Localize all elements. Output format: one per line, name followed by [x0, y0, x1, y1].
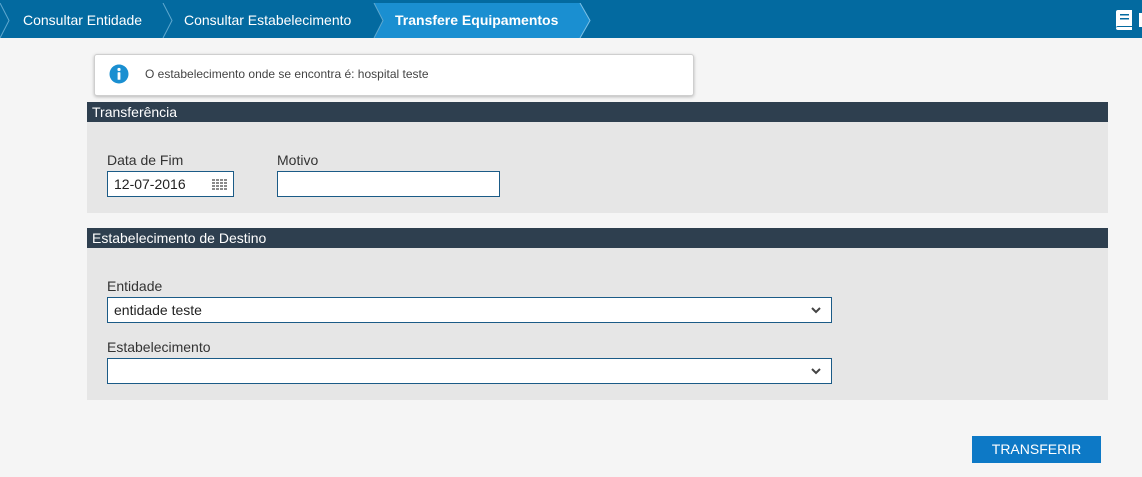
entidade-selected-value: entidade teste: [114, 302, 202, 318]
destino-panel-title: Estabelecimento de Destino: [87, 228, 1108, 248]
calendar-icon[interactable]: [212, 179, 227, 190]
estabelecimento-select[interactable]: [107, 358, 832, 384]
data-fim-value: 12-07-2016: [114, 176, 186, 192]
destino-panel: Estabelecimento de Destino Entidade enti…: [87, 228, 1108, 400]
top-bar: Consultar Entidade Consultar Estabelecim…: [0, 0, 1142, 38]
entidade-label: Entidade: [107, 278, 163, 294]
transferencia-panel-title: Transferência: [87, 102, 1108, 122]
breadcrumb-item-consultar-entidade[interactable]: Consultar Entidade: [23, 3, 142, 38]
info-alert: O estabelecimento onde se encontra é: ho…: [94, 54, 694, 96]
data-fim-label: Data de Fim: [107, 152, 184, 168]
motivo-label: Motivo: [277, 152, 319, 168]
book-icon[interactable]: [1112, 9, 1142, 31]
chevron-down-icon[interactable]: [811, 367, 821, 375]
transferir-button[interactable]: TRANSFERIR: [972, 436, 1101, 463]
chevron-down-icon[interactable]: [811, 306, 821, 314]
entidade-select[interactable]: entidade teste: [107, 297, 832, 323]
motivo-input[interactable]: [277, 171, 500, 197]
breadcrumb-divider: [0, 3, 10, 38]
breadcrumb-item-transfere-equipamentos: Transfere Equipamentos: [395, 12, 559, 28]
estabelecimento-label: Estabelecimento: [107, 339, 211, 355]
breadcrumb-divider: [162, 3, 173, 38]
breadcrumb-item-consultar-estabelecimento[interactable]: Consultar Estabelecimento: [184, 3, 351, 38]
info-icon: [109, 64, 129, 84]
data-fim-field[interactable]: 12-07-2016: [107, 171, 234, 197]
transferencia-panel: Transferência Data de Fim 12-07-2016 Mot…: [87, 102, 1108, 213]
alert-message: O estabelecimento onde se encontra é: ho…: [145, 67, 429, 81]
